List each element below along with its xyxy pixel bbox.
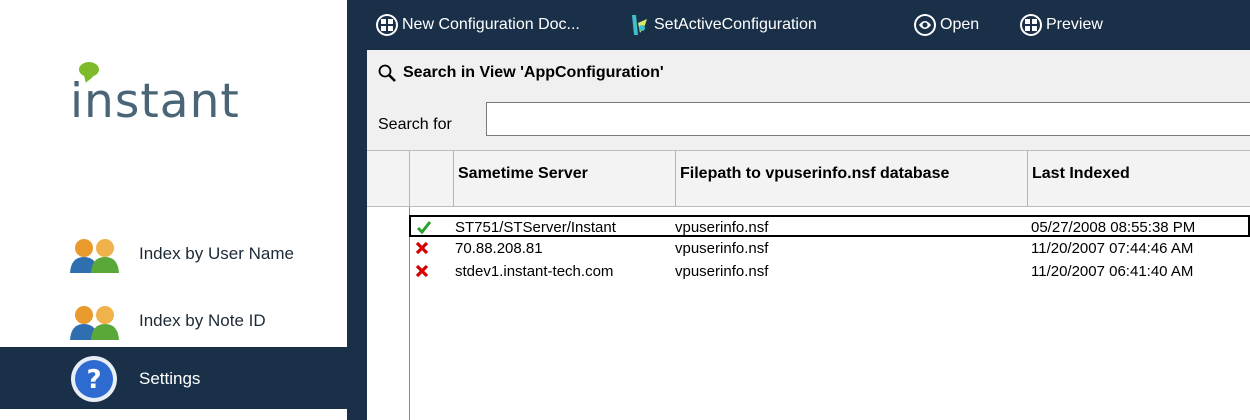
sidebar-item-label: Settings	[139, 369, 201, 388]
panel-divider	[347, 0, 367, 420]
cell-server: 70.88.208.81	[455, 240, 543, 257]
configuration-table: Sametime Server Filepath to vpuserinfo.n…	[367, 150, 1250, 420]
column-header-filepath[interactable]: Filepath to vpuserinfo.nsf database	[675, 151, 1027, 207]
open-icon	[914, 14, 936, 36]
search-icon	[378, 64, 396, 82]
toolbar-button-label: Preview	[1046, 16, 1103, 33]
preview-button[interactable]: Preview	[1019, 12, 1103, 38]
table-row[interactable]: stdev1.instant-tech.com vpuserinfo.nsf 1…	[409, 261, 1250, 283]
cell-last-indexed: 11/20/2007 07:44:46 AM	[1031, 240, 1194, 257]
cell-server: stdev1.instant-tech.com	[455, 263, 614, 280]
sidebar: instant Index by User Name Index by Note…	[0, 0, 347, 420]
preview-icon	[1020, 14, 1042, 36]
toolbar-button-label: New Configuration Doc...	[402, 16, 580, 33]
column-header-last-indexed[interactable]: Last Indexed	[1027, 151, 1250, 207]
toolbar: New Configuration Doc... SetActiveConfig…	[367, 0, 1250, 50]
set-active-icon	[632, 15, 647, 35]
cell-filepath: vpuserinfo.nsf	[675, 219, 769, 236]
set-active-configuration-button[interactable]: SetActiveConfiguration	[627, 12, 817, 38]
cell-filepath: vpuserinfo.nsf	[675, 263, 769, 280]
search-input[interactable]	[486, 102, 1250, 136]
table-header: Sametime Server Filepath to vpuserinfo.n…	[367, 150, 1250, 207]
sidebar-item-label: Index by Note ID	[139, 311, 266, 330]
column-header-status[interactable]	[409, 151, 453, 207]
table-row[interactable]: 70.88.208.81 vpuserinfo.nsf 11/20/2007 0…	[409, 238, 1250, 260]
instant-logo: instant	[68, 60, 288, 140]
users-icon	[70, 306, 119, 340]
toolbar-button-label: SetActiveConfiguration	[654, 16, 817, 33]
table-row[interactable]: ST751/STServer/Instant vpuserinfo.nsf 05…	[409, 215, 1250, 237]
cross-icon	[415, 241, 429, 255]
sidebar-item-label: Index by User Name	[139, 244, 294, 263]
open-button[interactable]: Open	[913, 12, 979, 38]
cell-last-indexed: 05/27/2008 08:55:38 PM	[1031, 219, 1196, 236]
sidebar-item-index-by-note-id[interactable]: Index by Note ID	[0, 295, 347, 347]
new-document-icon	[376, 14, 398, 36]
logo-text: instant	[70, 74, 240, 129]
svg-text:?: ?	[86, 365, 101, 395]
cell-server: ST751/STServer/Instant	[455, 219, 616, 236]
search-for-label: Search for	[378, 116, 452, 133]
toolbar-button-label: Open	[940, 16, 980, 33]
cell-filepath: vpuserinfo.nsf	[675, 240, 769, 257]
sidebar-item-index-by-user-name[interactable]: Index by User Name	[0, 228, 347, 280]
column-header-sametime-server[interactable]: Sametime Server	[453, 151, 675, 207]
cross-icon	[415, 264, 429, 278]
checkmark-icon	[416, 221, 432, 235]
search-title: Search in View 'AppConfiguration'	[377, 63, 664, 83]
users-icon	[70, 239, 119, 273]
search-panel: Search in View 'AppConfiguration' Search…	[367, 50, 1250, 150]
sidebar-item-settings[interactable]: ? Settings	[0, 347, 347, 409]
new-configuration-doc-button[interactable]: New Configuration Doc...	[375, 12, 580, 38]
help-icon: ?	[71, 356, 117, 402]
search-title-text: Search in View 'AppConfiguration'	[403, 64, 664, 81]
cell-last-indexed: 11/20/2007 06:41:40 AM	[1031, 263, 1194, 280]
